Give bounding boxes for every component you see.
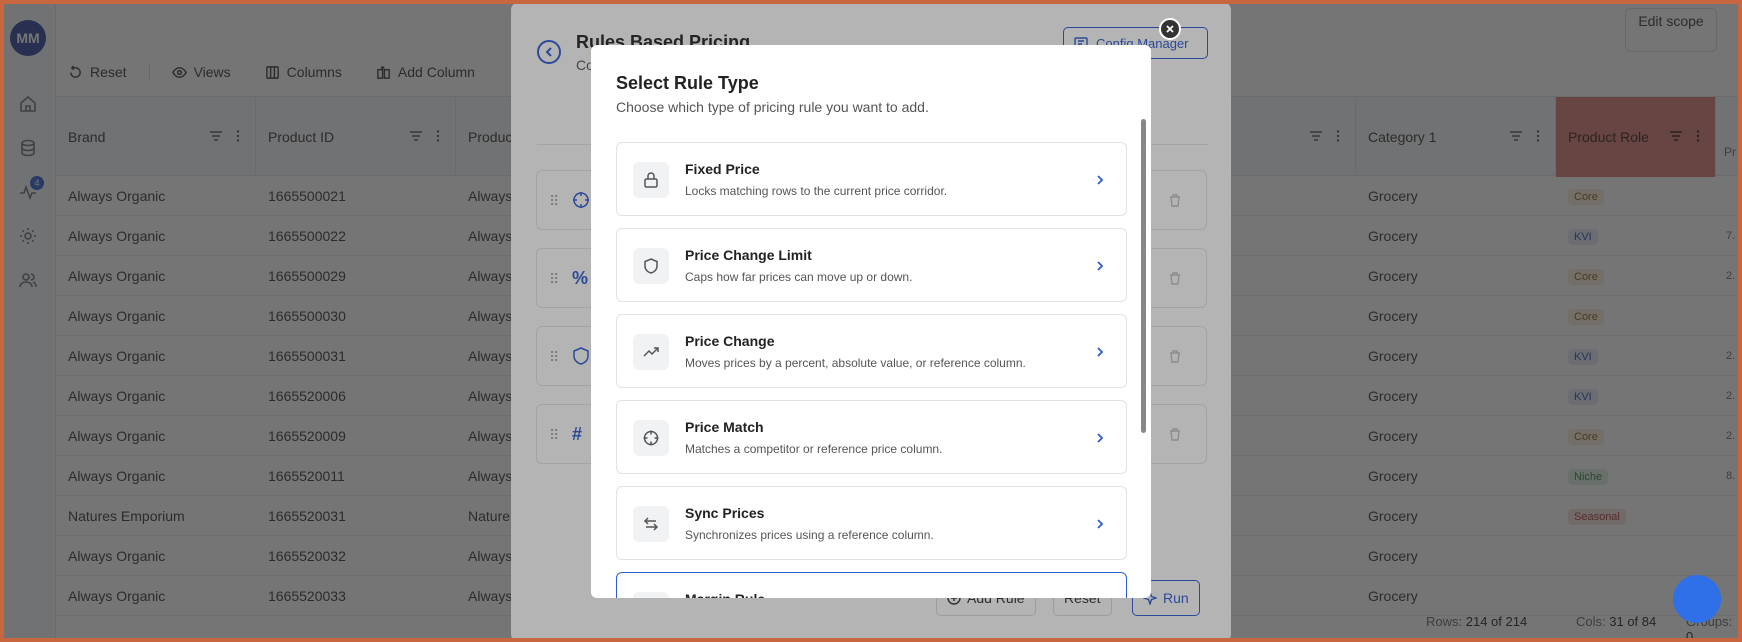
chevron-right-icon [1094, 345, 1106, 357]
swap-arrows-icon [633, 506, 669, 542]
rule-type-name: Price Change [685, 333, 775, 349]
rule-type-option[interactable]: Fixed Price Locks matching rows to the cu… [616, 142, 1127, 216]
shield-icon [633, 248, 669, 284]
rule-type-option[interactable]: Price Change Moves prices by a percent, a… [616, 314, 1127, 388]
rule-type-description: Synchronizes prices using a reference co… [685, 528, 934, 542]
chevron-right-icon [1094, 259, 1106, 271]
rule-type-name: Fixed Price [685, 161, 760, 177]
rule-type-name: Price Change Limit [685, 247, 812, 263]
modal-subtitle: Choose which type of pricing rule you wa… [616, 99, 929, 115]
rule-type-description: Matches a competitor or reference price … [685, 442, 943, 456]
rule-type-option[interactable]: Price Change Limit Caps how far prices ca… [616, 228, 1127, 302]
chevron-right-icon [1094, 431, 1106, 443]
close-modal-button[interactable] [1159, 18, 1181, 40]
rule-type-option[interactable]: Margin Rule [616, 572, 1127, 598]
select-rule-type-modal: Select Rule Type Choose which type of pr… [591, 45, 1151, 598]
lock-icon [633, 162, 669, 198]
rule-type-option[interactable]: Sync Prices Synchronizes prices using a r… [616, 486, 1127, 560]
close-icon [1166, 25, 1174, 33]
chevron-right-icon [1094, 517, 1106, 529]
rule-type-name: Sync Prices [685, 505, 765, 521]
rule-type-description: Locks matching rows to the current price… [685, 184, 948, 198]
chevron-right-icon [1094, 173, 1106, 185]
chat-button[interactable] [1673, 575, 1721, 623]
rule-type-name: Price Match [685, 419, 764, 435]
rule-type-description: Caps how far prices can move up or down. [685, 270, 913, 284]
modal-title: Select Rule Type [616, 73, 759, 93]
modal-scrollbar[interactable] [1141, 119, 1146, 433]
margin-icon [633, 592, 669, 598]
rule-type-option[interactable]: Price Match Matches a competitor or refer… [616, 400, 1127, 474]
rule-type-description: Moves prices by a percent, absolute valu… [685, 356, 1026, 370]
trend-up-icon [633, 334, 669, 370]
rule-type-name: Margin Rule [685, 591, 765, 598]
crosshair-icon [633, 420, 669, 456]
